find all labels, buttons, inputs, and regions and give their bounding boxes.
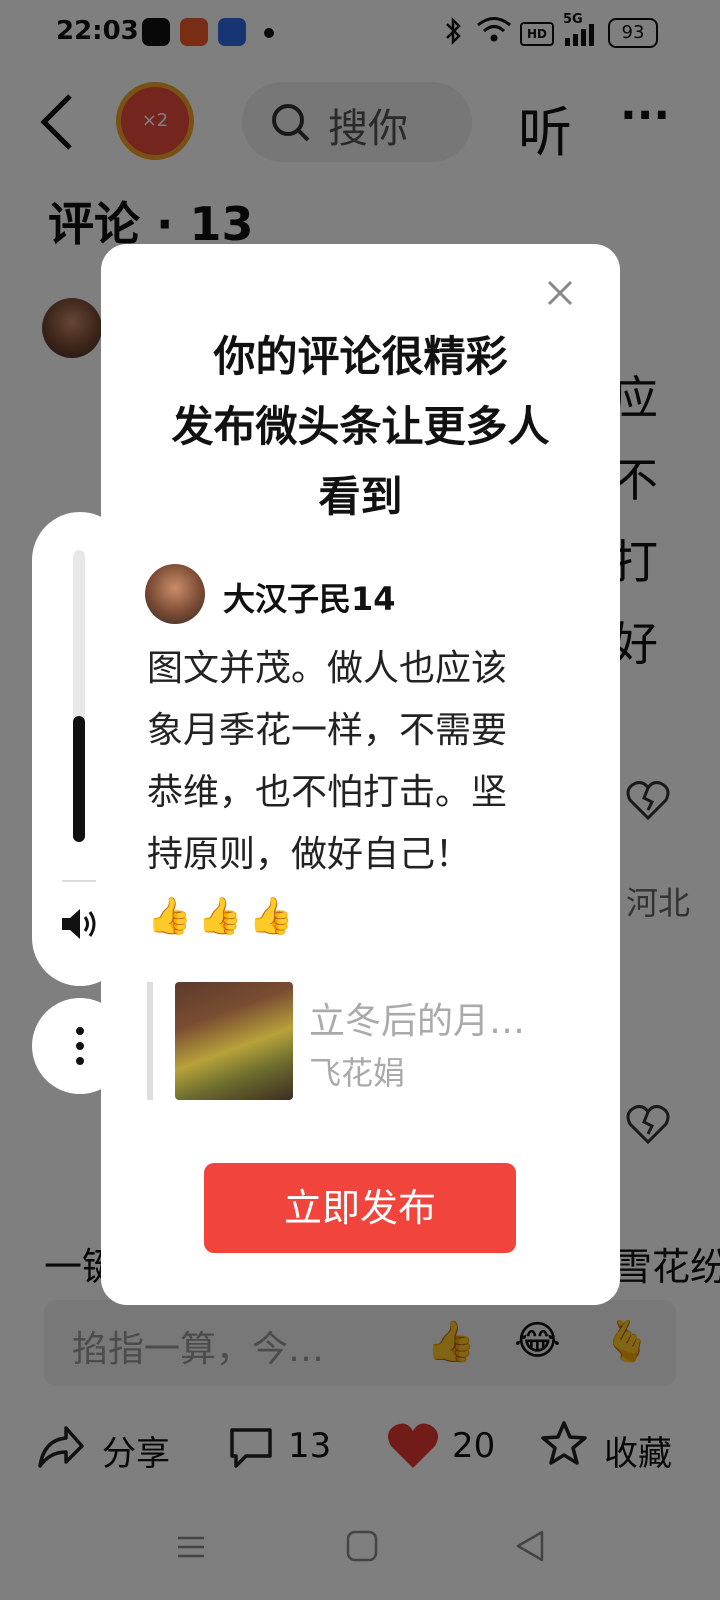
author-avatar xyxy=(145,564,205,624)
dialog-title-line: 你的评论很精彩 xyxy=(213,332,508,381)
publish-button[interactable]: 立即发布 xyxy=(204,1163,516,1253)
close-icon[interactable] xyxy=(547,280,573,306)
volume-level-fill xyxy=(73,716,85,842)
dialog-title-line: 发布微头条让更多人 xyxy=(171,402,550,451)
volume-track[interactable] xyxy=(73,550,85,842)
article-author: 飞花娟 xyxy=(309,1054,406,1092)
article-thumbnail xyxy=(175,982,293,1100)
more-vertical-icon xyxy=(76,1027,84,1065)
comment-line: 象月季花一样，不需要 xyxy=(147,710,508,751)
dialog-title-line: 看到 xyxy=(318,472,403,521)
dialog-title: 你的评论很精彩 发布微头条让更多人 看到 xyxy=(101,322,620,532)
publish-dialog: 你的评论很精彩 发布微头条让更多人 看到 大汉子民14 图文并茂。做人也应该 象… xyxy=(101,244,620,1305)
author-name: 大汉子民14 xyxy=(223,580,396,618)
article-title: 立冬后的月… xyxy=(309,1001,526,1042)
speaker-icon[interactable] xyxy=(60,906,100,942)
comment-body: 图文并茂。做人也应该 象月季花一样，不需要 恭维，也不怕打击。坚 持原则，做好自… xyxy=(147,638,567,948)
quoted-article: 立冬后的月… 飞花娟 xyxy=(147,982,573,1100)
comment-line: 恭维，也不怕打击。坚 xyxy=(147,772,508,813)
comment-line: 图文并茂。做人也应该 xyxy=(147,648,508,689)
thumbs-up-emojis: 👍👍👍 xyxy=(147,896,300,937)
divider xyxy=(62,880,96,882)
comment-line: 持原则，做好自己！ xyxy=(147,834,472,875)
